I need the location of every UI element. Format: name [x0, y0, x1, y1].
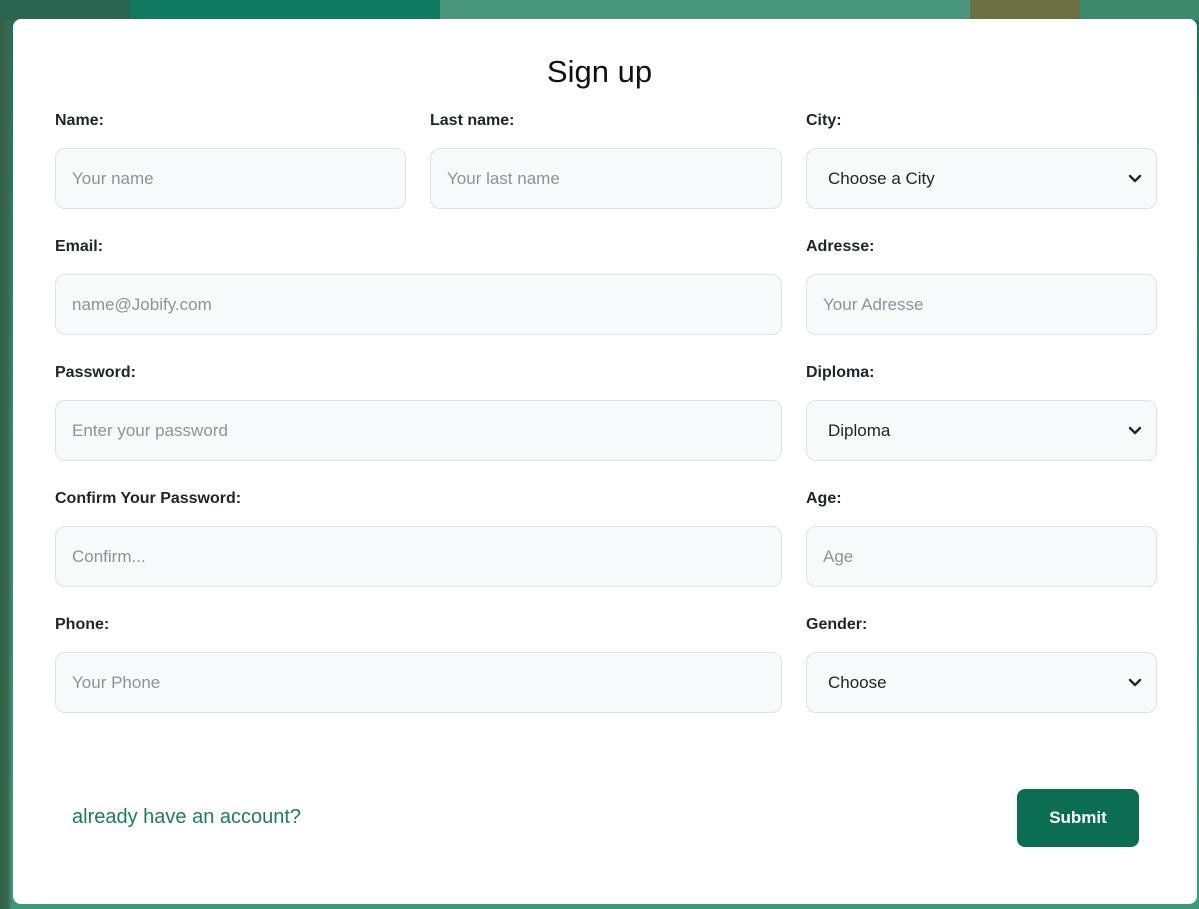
background-strip [0, 0, 130, 20]
name-label: Name: [55, 112, 104, 129]
phone-label: Phone: [55, 616, 110, 633]
last-name-input[interactable] [430, 148, 782, 209]
address-label: Adresse: [806, 238, 875, 255]
last-name-label: Last name: [430, 112, 515, 129]
email-label: Email: [55, 238, 104, 255]
email-input[interactable] [55, 274, 782, 335]
gender-select-value: Choose [828, 672, 887, 692]
city-label: City: [806, 112, 842, 129]
page-title: Sign up [546, 54, 653, 89]
password-label: Password: [55, 364, 136, 381]
background-strip [1080, 0, 1199, 20]
age-label: Age: [806, 490, 842, 507]
background-strip [440, 0, 970, 20]
gender-label: Gender: [806, 616, 868, 633]
address-input[interactable] [806, 274, 1157, 335]
chevron-down-icon [1128, 426, 1142, 434]
confirm-password-label: Confirm Your Password: [55, 490, 242, 507]
chevron-down-icon [1128, 678, 1142, 686]
confirm-password-input[interactable] [55, 526, 782, 587]
diploma-label: Diploma: [806, 364, 875, 381]
background-strip [130, 0, 440, 20]
age-input[interactable] [806, 526, 1157, 587]
diploma-select[interactable]: Diploma [806, 400, 1157, 461]
city-select[interactable]: Choose a City [806, 148, 1157, 209]
city-select-value: Choose a City [828, 168, 935, 188]
diploma-select-value: Diploma [828, 420, 891, 440]
submit-button[interactable]: Submit [1017, 789, 1139, 847]
login-link[interactable]: already have an account? [72, 804, 301, 830]
chevron-down-icon [1128, 174, 1142, 182]
gender-select[interactable]: Choose [806, 652, 1157, 713]
phone-input[interactable] [55, 652, 782, 713]
background-strip [970, 0, 1080, 20]
password-input[interactable] [55, 400, 782, 461]
name-input[interactable] [55, 148, 406, 209]
